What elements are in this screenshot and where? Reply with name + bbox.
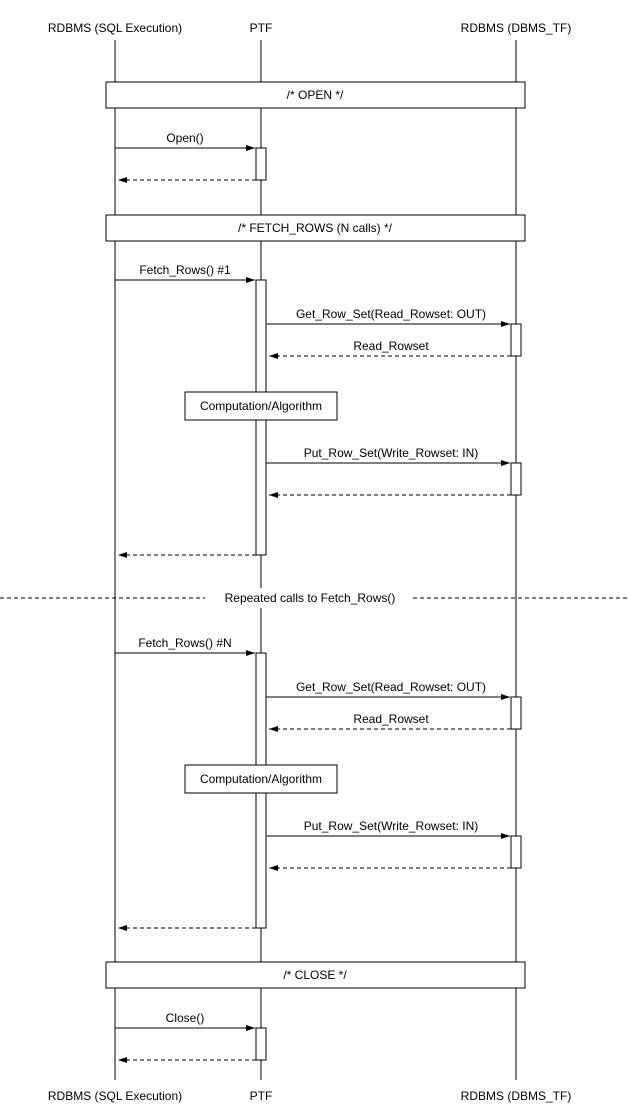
participant-right-top: RDBMS (DBMS_TF) bbox=[461, 21, 572, 35]
section-fetch-label: /* FETCH_ROWS (N calls) */ bbox=[238, 221, 393, 235]
msg-fetchN-label: Fetch_Rows() #N bbox=[138, 636, 231, 650]
msg-readrow1-label: Read_Rowset bbox=[353, 339, 429, 353]
section-open-label: /* OPEN */ bbox=[287, 88, 344, 102]
msg-putrowN-label: Put_Row_Set(Write_Rowset: IN) bbox=[304, 819, 479, 833]
participant-left-top: RDBMS (SQL Execution) bbox=[48, 21, 182, 35]
activation-close bbox=[256, 1028, 266, 1060]
msg-fetch1-label: Fetch_Rows() #1 bbox=[139, 263, 231, 277]
participant-left-bottom: RDBMS (SQL Execution) bbox=[48, 1089, 182, 1103]
note-comp1-label: Computation/Algorithm bbox=[200, 399, 322, 413]
section-close-label: /* CLOSE */ bbox=[283, 968, 347, 982]
msg-putrow1-label: Put_Row_Set(Write_Rowset: IN) bbox=[304, 446, 479, 460]
participant-mid-bottom: PTF bbox=[250, 1089, 273, 1103]
activation-open bbox=[256, 148, 266, 180]
activation-getrowN bbox=[511, 697, 521, 729]
note-compN-label: Computation/Algorithm bbox=[200, 772, 322, 786]
activation-getrow1 bbox=[511, 324, 521, 356]
msg-getrow1-label: Get_Row_Set(Read_Rowset: OUT) bbox=[296, 307, 486, 321]
participant-right-bottom: RDBMS (DBMS_TF) bbox=[461, 1089, 572, 1103]
participant-mid-top: PTF bbox=[250, 21, 273, 35]
activation-putrowN bbox=[511, 836, 521, 868]
msg-open-label: Open() bbox=[166, 131, 203, 145]
msg-getrowN-label: Get_Row_Set(Read_Rowset: OUT) bbox=[296, 680, 486, 694]
msg-readrowN-label: Read_Rowset bbox=[353, 712, 429, 726]
divider-label: Repeated calls to Fetch_Rows() bbox=[225, 591, 396, 605]
activation-putrow1 bbox=[511, 463, 521, 495]
msg-close-label: Close() bbox=[166, 1011, 205, 1025]
